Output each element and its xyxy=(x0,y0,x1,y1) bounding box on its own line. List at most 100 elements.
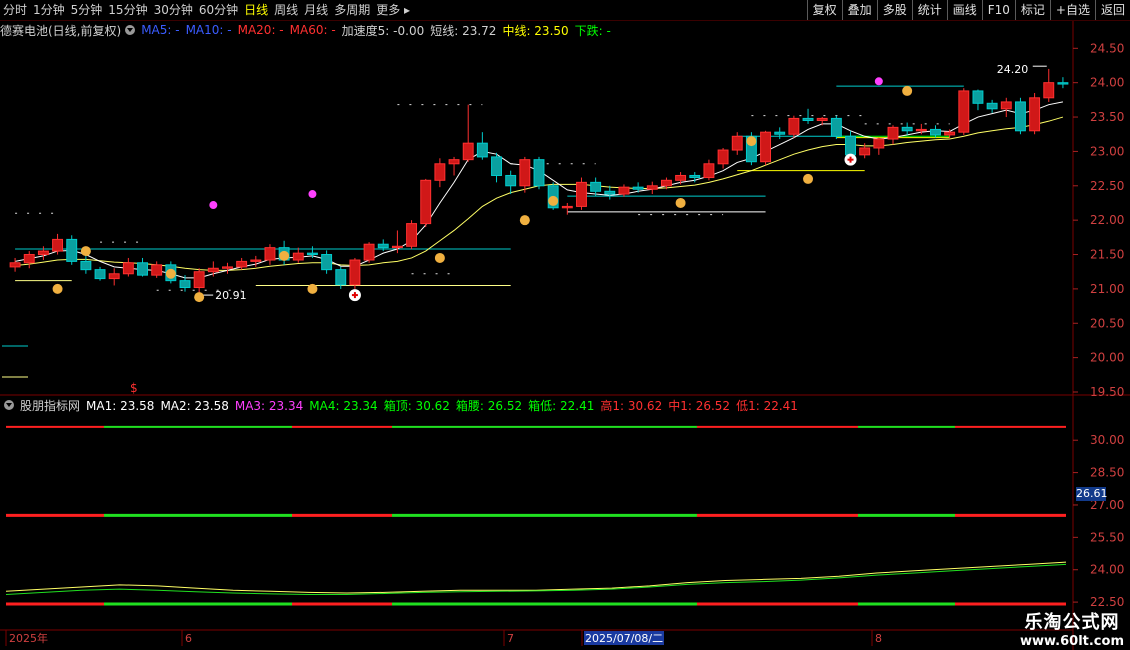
hand-signal-icon-5 xyxy=(307,283,318,294)
candle-body-55 xyxy=(788,117,800,135)
watermark-url: www.60lt.com xyxy=(1019,634,1124,649)
candle-body-8 xyxy=(122,262,134,275)
candle-body-44 xyxy=(632,186,644,190)
flower-icon-1 xyxy=(308,190,317,199)
hand-signal-icon-9 xyxy=(675,197,686,208)
candle-body-70 xyxy=(1000,101,1012,110)
hand-signal-icon-12 xyxy=(902,85,913,96)
candle-body-43 xyxy=(618,186,630,195)
kline-chart[interactable]: 24.50 24.00 23.50 23.00 22.50 22.00 21.50 21.00… xyxy=(0,0,1130,650)
candle-body-37 xyxy=(533,159,545,187)
candle-body-56 xyxy=(802,117,814,121)
candle-body-33 xyxy=(476,142,488,158)
candle-body-17 xyxy=(250,259,262,262)
candle-body-47 xyxy=(675,174,687,181)
watermark-name: 乐淘公式网 xyxy=(1024,612,1120,633)
candle-body-24 xyxy=(349,259,361,286)
hand-signal-icon-0 xyxy=(80,246,91,257)
hand-signal-icon-11 xyxy=(803,173,814,184)
candle-body-13 xyxy=(193,271,205,289)
date-label-4: 8 xyxy=(875,632,882,645)
candle-body-12 xyxy=(179,280,191,289)
y-tick-label-1: 24.00 xyxy=(1090,76,1124,90)
candle-body-21 xyxy=(306,252,318,256)
date-label-1: 6 xyxy=(185,632,192,645)
candle-body-64 xyxy=(915,128,927,132)
low-label: 20.91 xyxy=(215,289,247,302)
candle-body-0 xyxy=(9,262,21,268)
candle-body-10 xyxy=(151,264,163,276)
candle-body-72 xyxy=(1029,97,1041,132)
mid-line xyxy=(15,116,1064,271)
candle-body-32 xyxy=(462,142,474,161)
candle-body-29 xyxy=(420,179,432,225)
candle-body-68 xyxy=(972,90,984,104)
hand-signal-icon-10 xyxy=(746,136,757,147)
y-tick-label-5: 22.00 xyxy=(1090,213,1124,227)
candle-body-39 xyxy=(561,205,573,209)
candle-body-4 xyxy=(66,238,78,262)
y-tick-label-8: 20.50 xyxy=(1090,316,1124,330)
candle-body-63 xyxy=(901,126,913,132)
candle-body-23 xyxy=(335,269,347,286)
y-tick-label-6: 21.50 xyxy=(1090,248,1124,262)
ind-tick-label-0: 30.00 xyxy=(1090,433,1124,447)
y-tick-label-7: 21.00 xyxy=(1090,282,1124,296)
candle-body-15 xyxy=(222,266,233,269)
candle-body-14 xyxy=(207,267,219,273)
high-label: 24.20 xyxy=(997,63,1029,76)
candle-body-5 xyxy=(80,260,92,271)
ind-tick-label-3: 25.50 xyxy=(1090,530,1124,544)
candle-body-42 xyxy=(604,190,616,195)
ind-tick-label-1: 28.50 xyxy=(1090,466,1124,480)
ind-line-a xyxy=(5,561,1067,594)
dollar-icon: $ xyxy=(130,381,138,395)
candle-body-50 xyxy=(717,149,729,165)
candle-body-60 xyxy=(859,147,871,156)
candle-body-49 xyxy=(703,163,715,179)
candle-body-62 xyxy=(887,126,899,140)
candle-body-16 xyxy=(236,260,248,268)
candle-body-57 xyxy=(816,117,828,121)
candle-body-41 xyxy=(590,181,602,192)
hand-signal-icon-1 xyxy=(52,283,63,294)
candle-body-65 xyxy=(930,128,941,136)
candle-body-26 xyxy=(377,243,389,249)
y-tick-label-10: 19.50 xyxy=(1090,385,1124,399)
ind-tick-label-4: 24.00 xyxy=(1090,563,1124,577)
date-label-2: 7 xyxy=(507,632,514,645)
candle-body-9 xyxy=(137,262,148,276)
indicator-current-value: 26.61 xyxy=(1076,487,1108,501)
candle-body-36 xyxy=(519,159,531,187)
candle-body-51 xyxy=(731,135,743,151)
candle-body-34 xyxy=(491,156,502,176)
hand-signal-icon-2 xyxy=(165,268,176,279)
candle-body-73 xyxy=(1043,82,1055,99)
y-tick-label-3: 23.00 xyxy=(1090,144,1124,158)
candle-body-59 xyxy=(845,135,856,156)
y-tick-label-9: 20.00 xyxy=(1090,351,1124,365)
candle-body-46 xyxy=(660,179,672,187)
candle-body-2 xyxy=(37,250,49,256)
hand-signal-icon-6 xyxy=(434,252,445,263)
candle-body-22 xyxy=(321,254,333,271)
candle-body-48 xyxy=(689,174,701,179)
y-tick-label-2: 23.50 xyxy=(1090,110,1124,124)
candle-body-3 xyxy=(52,238,64,252)
y-tick-label-0: 24.50 xyxy=(1090,41,1124,55)
candle-body-20 xyxy=(292,252,304,261)
date-label-3: 2025/07/08/二 xyxy=(585,632,663,645)
candle-body-35 xyxy=(505,174,517,187)
candle-body-45 xyxy=(646,185,658,190)
candle-body-54 xyxy=(774,131,786,135)
candle-body-28 xyxy=(406,223,418,247)
candle-body-6 xyxy=(94,269,106,280)
candle-body-18 xyxy=(264,247,276,261)
ind-tick-label-5: 22.50 xyxy=(1090,595,1124,609)
hand-signal-icon-4 xyxy=(279,250,290,261)
candle-body-25 xyxy=(363,243,375,261)
date-label-0: 2025年 xyxy=(9,631,48,645)
candle-body-69 xyxy=(986,102,998,110)
candle-body-30 xyxy=(434,163,446,181)
candle-body-27 xyxy=(391,245,403,249)
